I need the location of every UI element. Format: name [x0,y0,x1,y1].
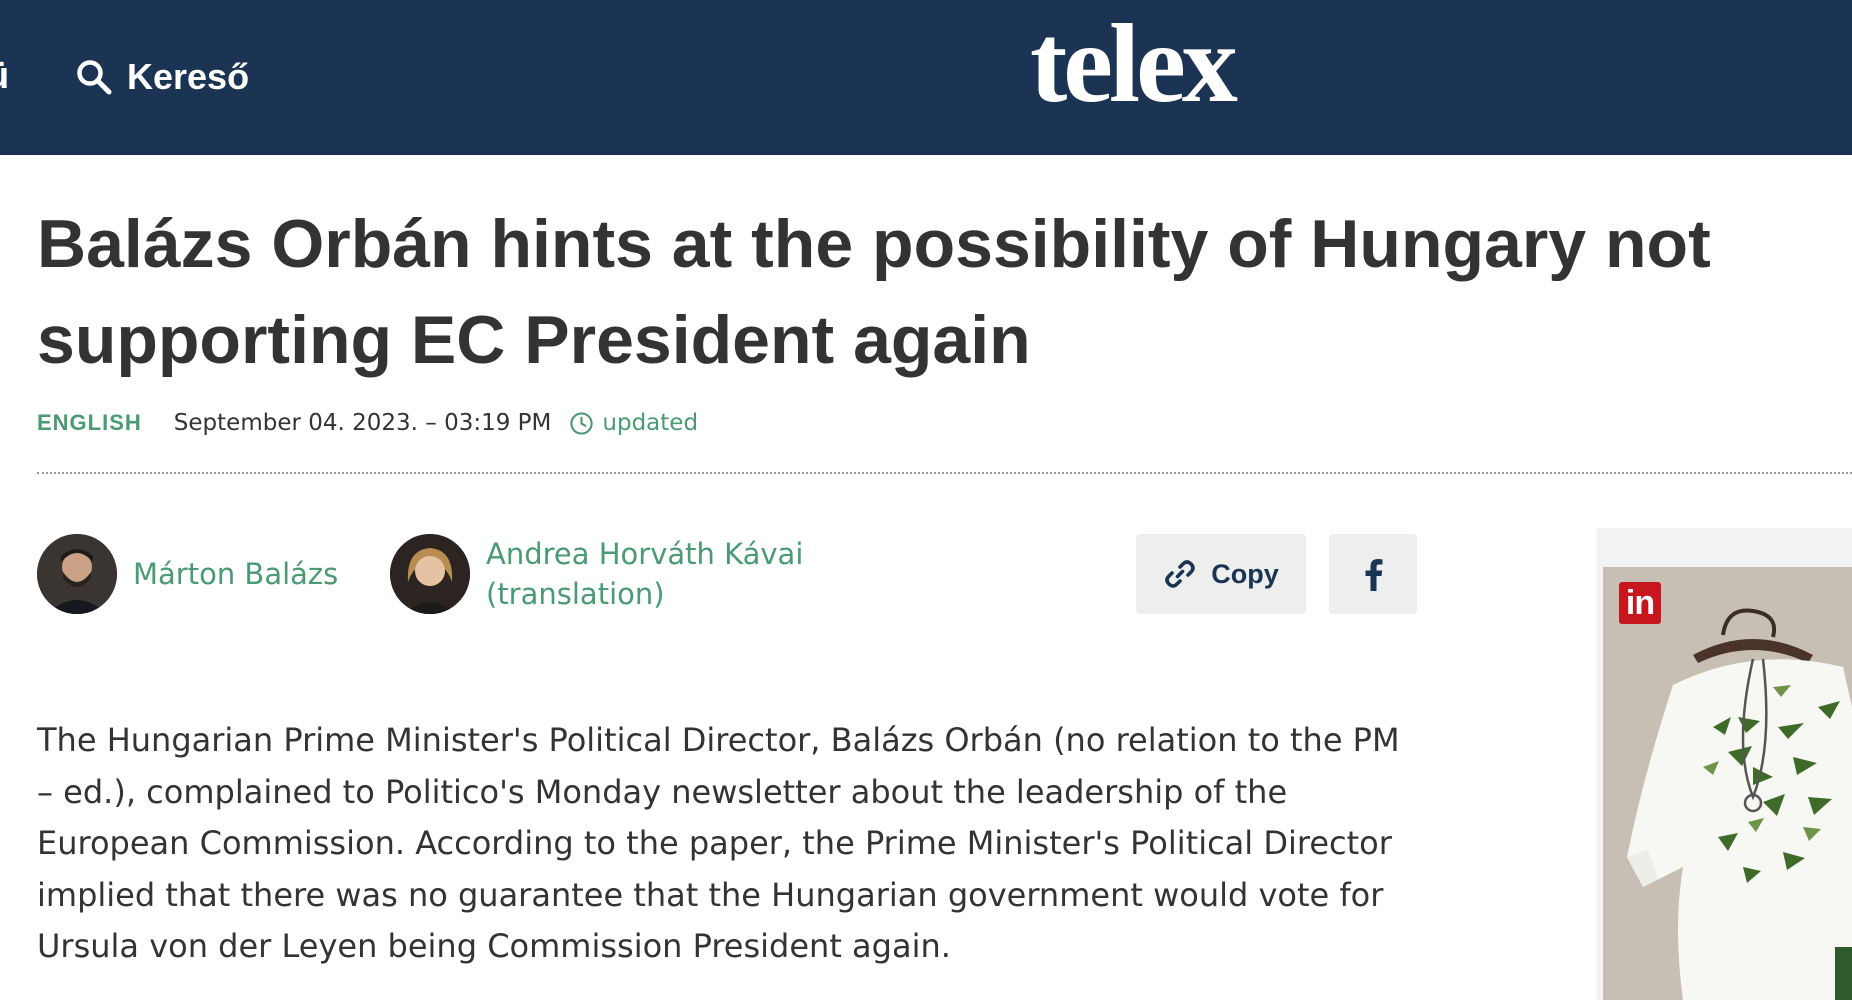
facebook-icon [1362,557,1384,591]
category-link[interactable]: English [37,410,142,436]
ad-image[interactable] [1603,567,1852,1000]
clock-icon [569,411,594,436]
telex-logo[interactable]: telex [1030,8,1238,120]
article-headline: Balázs Orbán hints at the possibility of… [37,206,1711,378]
ad-logo-badge[interactable]: in [1619,582,1661,624]
search-label: Kereső [127,56,250,97]
updated-indicator[interactable]: updated [569,410,698,436]
author-byline-1: Márton Balázs [37,534,338,614]
menu-button-fragment[interactable]: ü [0,55,9,98]
link-icon [1163,557,1197,591]
article-lead: The Hungarian Prime Minister's Political… [37,721,1400,965]
article-meta: English September 04. 2023. – 03:19 PM u… [37,405,698,441]
publish-date: September 04. 2023. – 03:19 PM [173,410,552,436]
facebook-share-button[interactable] [1329,534,1417,614]
updated-label: updated [602,410,699,436]
author-byline-2: Andrea Horváth Kávai (translation) [390,534,826,614]
copy-label: Copy [1211,558,1279,589]
author-name-link[interactable]: Andrea Horváth Kávai (translation) [486,534,826,614]
search-icon [75,58,113,96]
author-name-link[interactable]: Márton Balázs [133,554,338,594]
search-button[interactable]: Kereső [75,52,249,102]
author-avatar[interactable] [37,534,117,614]
copy-link-button[interactable]: Copy [1136,534,1306,614]
author-avatar[interactable] [390,534,470,614]
meta-divider [37,472,1852,474]
top-navigation-bar: ü Kereső telex [0,0,1852,155]
